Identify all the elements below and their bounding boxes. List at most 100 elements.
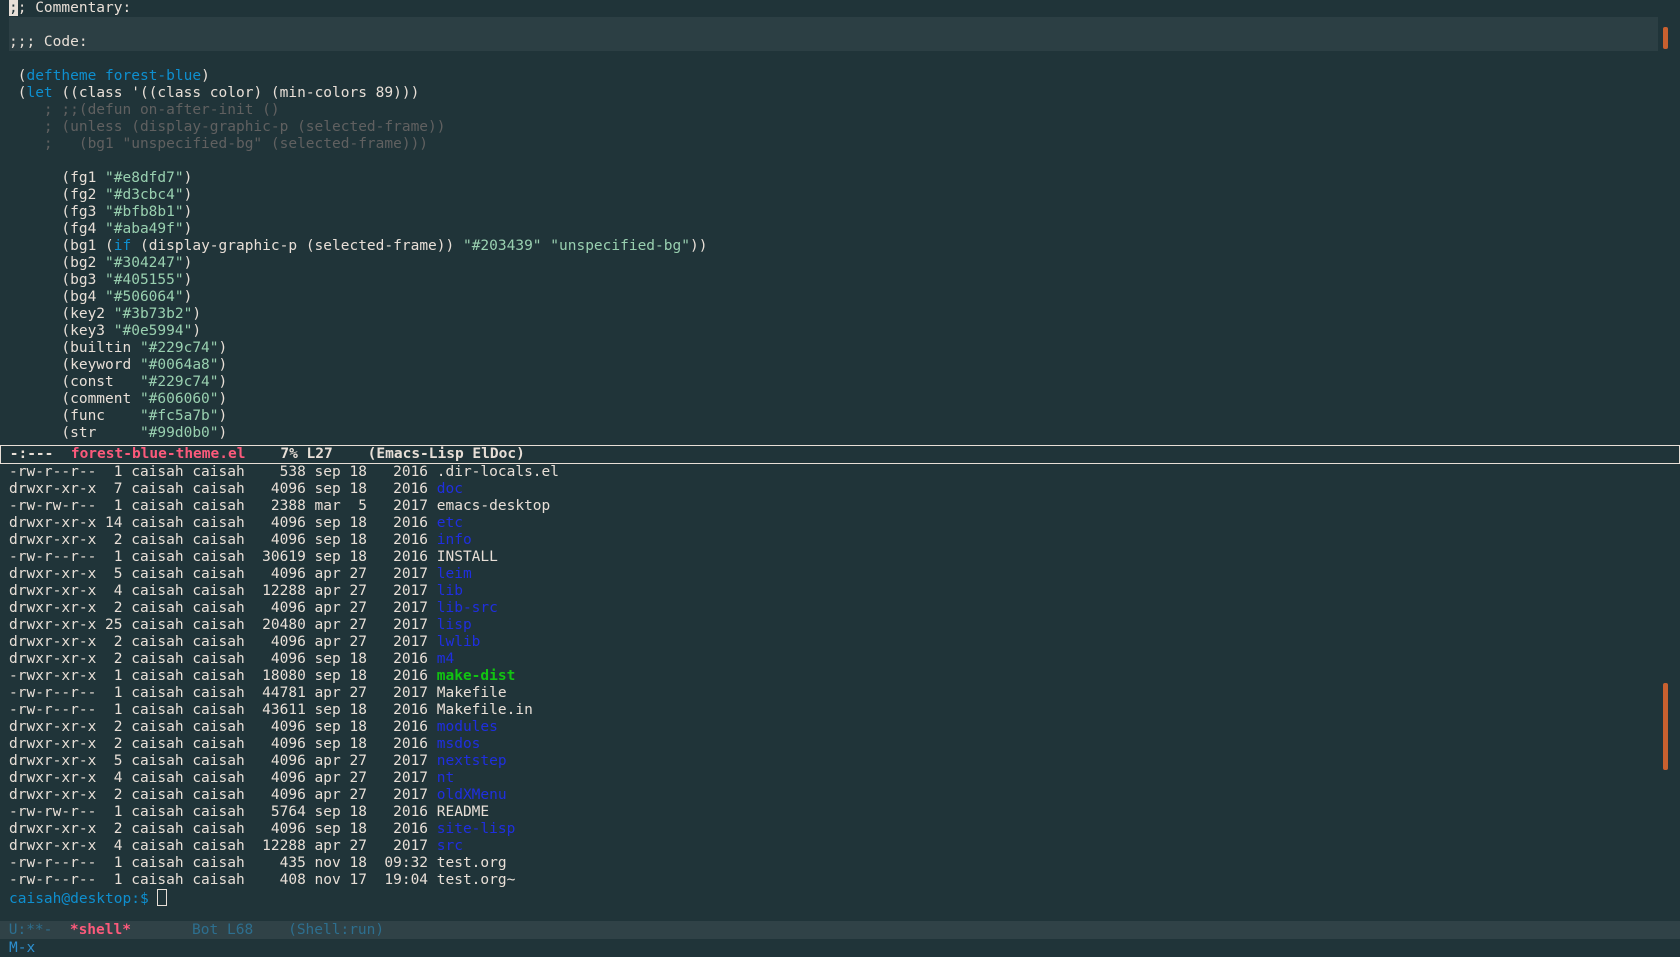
code-line[interactable]: ; ;;(defun on-after-init () — [9, 102, 1680, 119]
file-name[interactable]: .dir-locals.el — [437, 464, 559, 480]
code-line[interactable]: ; (unless (display-graphic-p (selected-f… — [9, 119, 1680, 136]
file-name[interactable]: make-dist — [437, 668, 516, 684]
code-keyword: deftheme — [26, 68, 97, 84]
code-line[interactable]: ;;; Code: — [9, 34, 1658, 51]
directory-name[interactable]: etc — [437, 515, 463, 531]
code-line[interactable]: ​ — [9, 51, 1680, 68]
code-text: ) — [201, 68, 210, 84]
code-text: (str — [9, 425, 140, 441]
modeline-modes[interactable]: (Shell:run) — [288, 922, 384, 938]
directory-name[interactable]: lib-src — [437, 600, 498, 616]
shell-window[interactable]: -rw-r--r-- 1 caisah caisah 538 sep 18 20… — [0, 464, 1680, 920]
code-text: (fg1 — [9, 170, 106, 186]
file-attributes: drwxr-xr-x 2 caisah caisah 4096 sep 18 2… — [9, 651, 437, 667]
code-line[interactable]: (fg2 "#d3cbc4") — [9, 187, 1680, 204]
file-name[interactable]: test.org~ — [437, 872, 516, 888]
code-line[interactable]: (func "#fc5a7b") — [9, 408, 1680, 425]
shell-prompt-line[interactable]: caisah@desktop:$ — [9, 889, 1680, 908]
file-name[interactable]: Makefile.in — [437, 702, 533, 718]
shell-listing-row: drwxr-xr-x 2 caisah caisah 4096 apr 27 2… — [9, 787, 1680, 804]
file-name[interactable]: INSTALL — [437, 549, 498, 565]
minibuffer[interactable]: M-x — [0, 939, 1680, 957]
code-line[interactable]: (builtin "#229c74") — [9, 340, 1680, 357]
modeline-modes[interactable]: (Emacs-Lisp ElDoc) — [368, 446, 525, 462]
editor-window[interactable]: ;; Commentary:​;;; Code:​ (deftheme fore… — [0, 0, 1680, 445]
file-attributes: drwxr-xr-x 2 caisah caisah 4096 sep 18 2… — [9, 719, 437, 735]
code-line[interactable]: (keyword "#0064a8") — [9, 357, 1680, 374]
code-line[interactable]: (deftheme forest-blue) — [9, 68, 1680, 85]
file-attributes: -rw-r--r-- 1 caisah caisah 30619 sep 18 … — [9, 549, 437, 565]
code-line[interactable]: (bg1 (if (display-graphic-p (selected-fr… — [9, 238, 1680, 255]
code-text: ;;; Code: — [9, 34, 88, 50]
directory-name[interactable]: site-lisp — [437, 821, 516, 837]
file-attributes: drwxr-xr-x 2 caisah caisah 4096 sep 18 2… — [9, 821, 437, 837]
file-attributes: -rw-r--r-- 1 caisah caisah 44781 apr 27 … — [9, 685, 437, 701]
file-name[interactable]: test.org — [437, 855, 507, 871]
code-line[interactable]: ​ — [9, 17, 1658, 34]
code-line[interactable]: ​ — [9, 153, 1680, 170]
code-line[interactable]: (fg1 "#e8dfd7") — [9, 170, 1680, 187]
modeline-status: U:**- — [0, 922, 70, 938]
code-editor[interactable]: ;; Commentary:​;;; Code:​ (deftheme fore… — [0, 0, 1680, 442]
directory-name[interactable]: msdos — [437, 736, 481, 752]
modeline-buffer-name[interactable]: *shell* — [70, 922, 131, 938]
directory-name[interactable]: oldXMenu — [437, 787, 507, 803]
directory-name[interactable]: leim — [437, 566, 472, 582]
code-line[interactable]: (fg3 "#bfb8b1") — [9, 204, 1680, 221]
shell-listing-row: -rw-r--r-- 1 caisah caisah 30619 sep 18 … — [9, 549, 1680, 566]
code-text: ) — [218, 391, 228, 407]
directory-name[interactable]: nt — [437, 770, 454, 786]
code-text: ) — [183, 204, 193, 220]
code-string: "unspecified-bg" — [550, 238, 690, 254]
modeline-buffer-name[interactable]: forest-blue-theme.el — [71, 446, 246, 462]
code-text: ) — [183, 187, 193, 203]
shell-listing-row: -rw-rw-r-- 1 caisah caisah 5764 sep 18 2… — [9, 804, 1680, 821]
shell-listing-row: drwxr-xr-x 25 caisah caisah 20480 apr 27… — [9, 617, 1680, 634]
file-name[interactable]: README — [437, 804, 489, 820]
code-text: (keyword — [9, 357, 140, 373]
code-comment: ; (bg1 "unspecified-bg" (selected-frame)… — [9, 136, 429, 152]
shell-listing-row: drwxr-xr-x 2 caisah caisah 4096 sep 18 2… — [9, 532, 1680, 549]
code-string: "#99d0b0" — [139, 425, 219, 441]
editor-scroll-thumb[interactable] — [1663, 27, 1668, 49]
directory-name[interactable]: lib — [437, 583, 463, 599]
code-line[interactable]: ;; Commentary: — [9, 0, 1680, 17]
directory-name[interactable]: src — [437, 838, 463, 854]
directory-name[interactable]: lwlib — [437, 634, 481, 650]
code-line[interactable]: (comment "#606060") — [9, 391, 1680, 408]
code-line[interactable]: (let ((class '((class color) (min-colors… — [9, 85, 1680, 102]
file-name[interactable]: emacs-desktop — [437, 498, 551, 514]
code-text: (bg3 — [9, 272, 106, 288]
shell-listing-row: -rwxr-xr-x 1 caisah caisah 18080 sep 18 … — [9, 668, 1680, 685]
code-line[interactable]: (bg3 "#405155") — [9, 272, 1680, 289]
file-name[interactable]: Makefile — [437, 685, 507, 701]
editor-scrollbar[interactable] — [1658, 0, 1680, 445]
code-line[interactable]: (fg4 "#aba49f") — [9, 221, 1680, 238]
directory-name[interactable]: doc — [437, 481, 463, 497]
directory-name[interactable]: nextstep — [437, 753, 507, 769]
code-line[interactable]: (bg4 "#506064") — [9, 289, 1680, 306]
directory-name[interactable]: info — [437, 532, 472, 548]
code-string: "#0e5994" — [113, 323, 193, 339]
shell-output[interactable]: -rw-r--r-- 1 caisah caisah 538 sep 18 20… — [0, 464, 1680, 908]
file-attributes: drwxr-xr-x 5 caisah caisah 4096 apr 27 2… — [9, 753, 437, 769]
file-attributes: drwxr-xr-x 2 caisah caisah 4096 apr 27 2… — [9, 634, 437, 650]
file-attributes: drwxr-xr-x 2 caisah caisah 4096 apr 27 2… — [9, 787, 437, 803]
directory-name[interactable]: m4 — [437, 651, 454, 667]
file-attributes: drwxr-xr-x 14 caisah caisah 4096 sep 18 … — [9, 515, 437, 531]
directory-name[interactable]: lisp — [437, 617, 472, 633]
code-line[interactable]: (key2 "#3b73b2") — [9, 306, 1680, 323]
shell-scrollbar[interactable] — [1658, 464, 1680, 920]
code-text: (fg3 — [9, 204, 106, 220]
code-line[interactable]: ; (bg1 "unspecified-bg" (selected-frame)… — [9, 136, 1680, 153]
shell-modeline: U:**- *shell* Bot L68 (Shell:run) — [0, 921, 1680, 939]
code-line[interactable]: (key3 "#0e5994") — [9, 323, 1680, 340]
code-text: ( — [9, 85, 27, 101]
file-attributes: drwxr-xr-x 2 caisah caisah 4096 apr 27 2… — [9, 600, 437, 616]
code-line[interactable]: (bg2 "#304247") — [9, 255, 1680, 272]
code-text: (bg2 — [9, 255, 106, 271]
code-line[interactable]: (str "#99d0b0") — [9, 425, 1680, 442]
code-line[interactable]: (const "#229c74") — [9, 374, 1680, 391]
directory-name[interactable]: modules — [437, 719, 498, 735]
shell-scroll-thumb[interactable] — [1663, 683, 1668, 770]
